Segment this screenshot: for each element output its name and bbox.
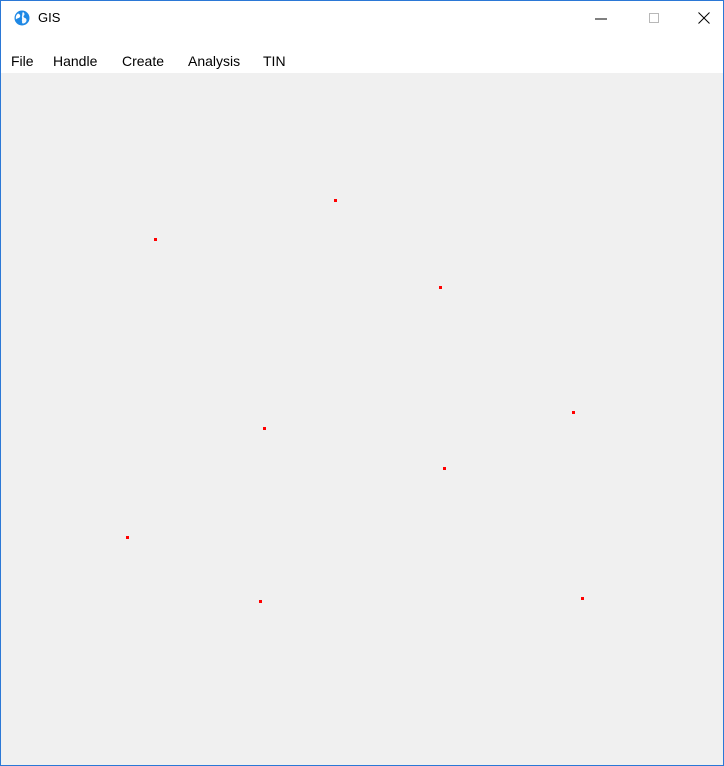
map-canvas[interactable] — [1, 73, 723, 765]
menu-handle[interactable]: Handle — [53, 51, 97, 71]
menu-tin[interactable]: TIN — [263, 51, 286, 71]
maximize-button[interactable] — [631, 1, 677, 39]
menu-bar: File Handle Create Analysis TIN — [1, 47, 723, 73]
menu-create[interactable]: Create — [122, 51, 164, 71]
globe-icon — [14, 10, 30, 26]
map-point — [263, 427, 266, 430]
map-point — [126, 536, 129, 539]
map-point — [334, 199, 337, 202]
map-point — [443, 467, 446, 470]
close-icon — [698, 11, 710, 29]
menu-file[interactable]: File — [11, 51, 34, 71]
app-window: GIS File Handle Create Analysis TIN — [0, 0, 724, 766]
menu-analysis[interactable]: Analysis — [188, 51, 240, 71]
map-point — [581, 597, 584, 600]
map-point — [154, 238, 157, 241]
title-bar[interactable]: GIS — [1, 1, 723, 39]
minimize-button[interactable] — [578, 1, 624, 39]
map-point — [439, 286, 442, 289]
close-button[interactable] — [684, 1, 723, 39]
minimize-icon — [595, 11, 607, 29]
points-layer — [126, 199, 584, 603]
map-point — [572, 411, 575, 414]
maximize-icon — [648, 11, 660, 29]
map-point — [259, 600, 262, 603]
window-title: GIS — [38, 10, 61, 25]
